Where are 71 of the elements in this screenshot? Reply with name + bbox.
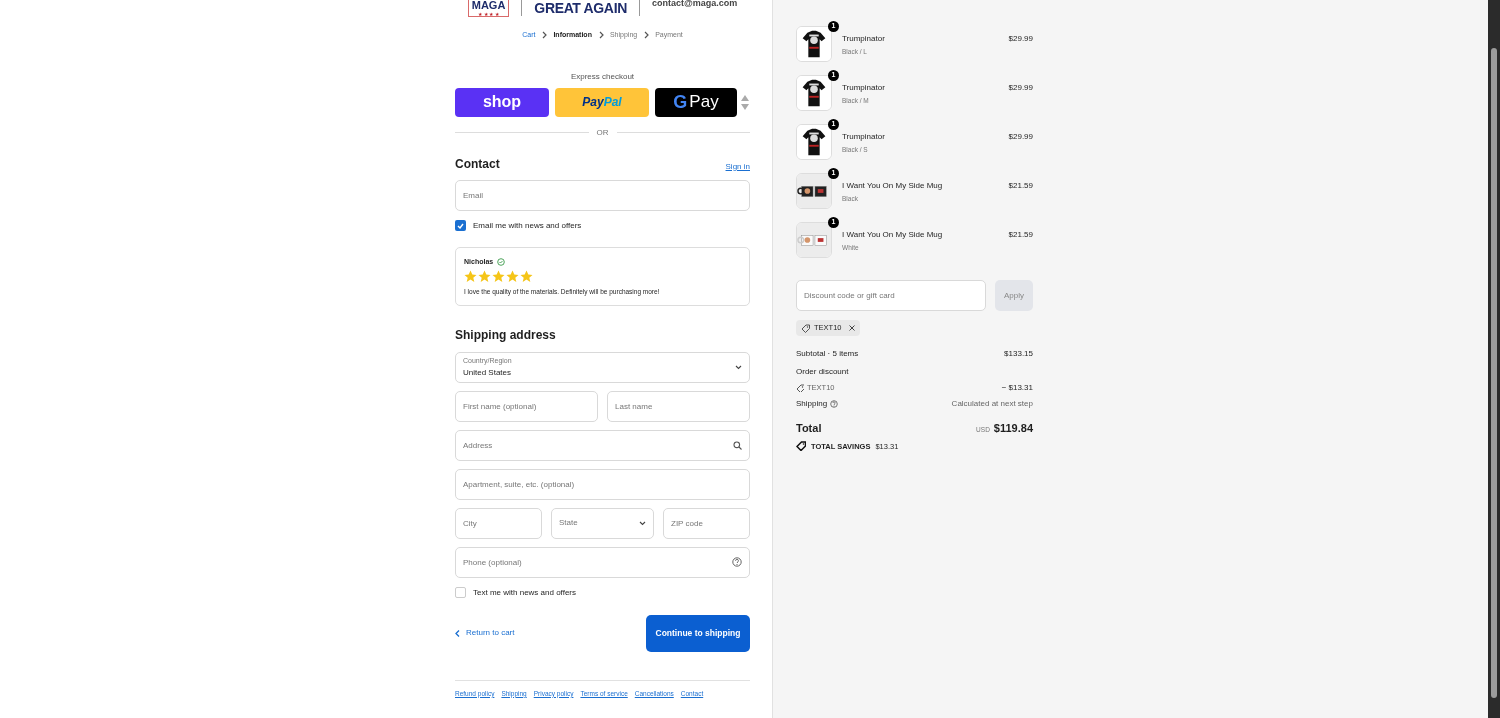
input-field[interactable]: Apartment, suite, etc. (optional): [455, 468, 750, 500]
sign-in-link[interactable]: Sign in: [725, 160, 750, 173]
input-field[interactable]: Email: [455, 179, 750, 211]
field-value: United States: [463, 366, 512, 379]
help-icon: [732, 556, 742, 567]
star-icon: [520, 270, 533, 283]
input-field[interactable]: Last name: [607, 390, 750, 422]
chevron-right-icon: [643, 31, 650, 40]
summary-value: Calculated at next step: [951, 398, 1033, 410]
remove-button[interactable]: [848, 325, 855, 331]
product-name: I Want You On My Side Mug: [842, 180, 944, 192]
summary-value: − $13.31: [1001, 382, 1033, 394]
section-heading: Contact: [455, 155, 500, 173]
chevron-left-icon: [455, 629, 460, 637]
input-field[interactable]: Discount code or gift card: [796, 280, 986, 311]
chevron-right-icon: [541, 31, 548, 40]
product-name: Trumpinator: [842, 82, 886, 94]
apply-button[interactable]: Apply: [995, 280, 1033, 311]
dropdown[interactable]: State: [551, 507, 654, 539]
star-icon: [492, 270, 505, 283]
help-icon: [830, 400, 839, 408]
summary-label: Subtotal · 5 items: [796, 348, 859, 360]
summary-label: Order discount: [796, 366, 849, 378]
product-name: Trumpinator: [842, 33, 886, 45]
input-field[interactable]: City: [455, 507, 542, 539]
paypal-button[interactable]: PayPal: [555, 87, 649, 117]
shop-pay-button[interactable]: shop: [455, 87, 549, 117]
chevron-down-icon: [735, 364, 742, 370]
check-icon: [457, 222, 464, 229]
checkbox[interactable]: [455, 587, 466, 599]
chevron-down-icon: [639, 520, 646, 526]
chevron-right-icon: [597, 31, 604, 40]
input-field[interactable]: Address: [455, 429, 750, 461]
product-price: $21.59: [1008, 180, 1033, 192]
star-icon: [478, 270, 491, 283]
scroll-up-icon: [741, 94, 749, 101]
verified-icon: [497, 257, 506, 266]
tagline: GREAT AGAIN: [534, 1, 627, 15]
section-heading: Shipping address: [455, 326, 557, 344]
product-price: $21.59: [1008, 229, 1033, 241]
product-price: $29.99: [1008, 131, 1033, 143]
star-icon: [464, 270, 477, 283]
return-to-cart-link[interactable]: Return to cart: [455, 627, 515, 640]
checkbox-label: Text me with news and offers: [473, 586, 576, 599]
divider-label: OR: [596, 126, 609, 139]
summary-value: $133.15: [1004, 348, 1033, 360]
section-label: Express checkout: [569, 70, 636, 83]
search-icon: [733, 440, 742, 450]
input-field[interactable]: Phone (optional): [455, 546, 750, 578]
close-icon: [848, 325, 855, 331]
continue-button[interactable]: Continue to shipping: [646, 614, 750, 652]
summary-label: Shipping: [796, 398, 828, 410]
scroll-down-icon: [741, 103, 749, 110]
product-price: $29.99: [1008, 33, 1033, 45]
product-name: Trumpinator: [842, 131, 886, 143]
contact-email: contact@maga.com: [651, 0, 738, 8]
tag-icon: [801, 323, 810, 333]
star-icon: [506, 270, 519, 283]
product-price: $29.99: [1008, 82, 1033, 94]
scrollbar[interactable]: [1488, 0, 1500, 718]
input-field[interactable]: ZIP code: [663, 507, 750, 539]
logo-word: MAGA: [471, 0, 506, 11]
google-pay-button[interactable]: G Pay: [655, 87, 737, 117]
total-amount: $119.84: [993, 421, 1033, 436]
input-field[interactable]: First name (optional): [455, 390, 598, 422]
checkbox-label: Email me with news and offers: [473, 219, 582, 232]
total-label: Total: [796, 421, 822, 436]
product-name: I Want You On My Side Mug: [842, 229, 944, 241]
tag-icon: [796, 441, 806, 452]
checkbox[interactable]: [455, 220, 466, 231]
tag-icon: [796, 384, 804, 392]
